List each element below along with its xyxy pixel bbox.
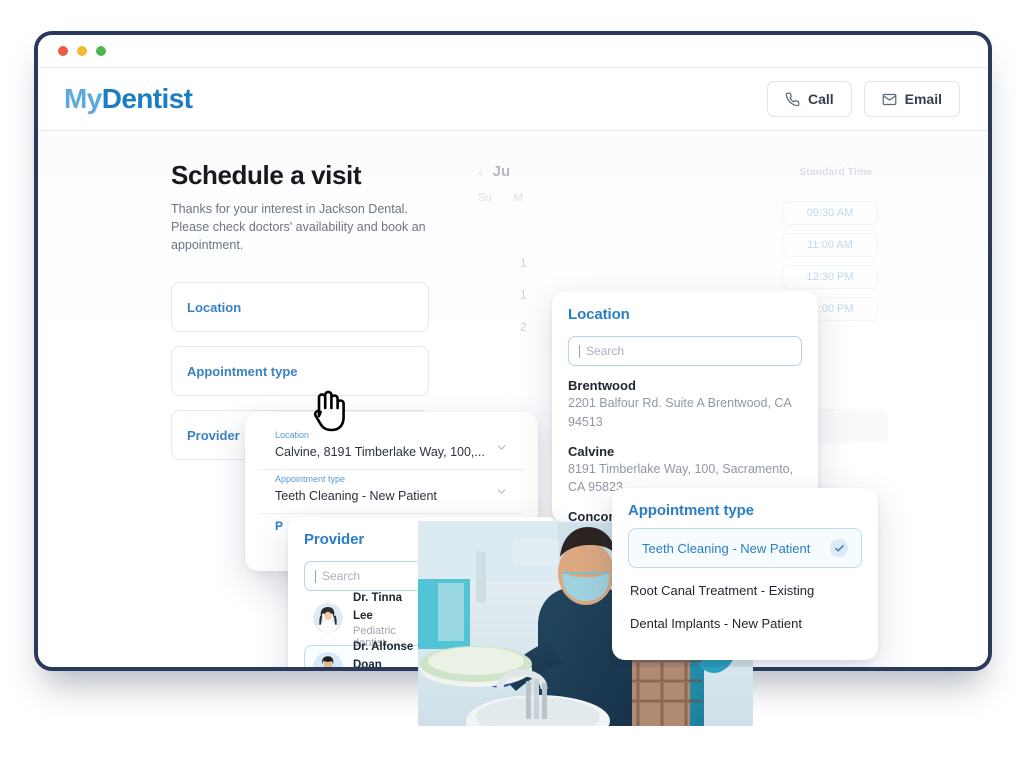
email-button-label: Email — [904, 91, 942, 107]
logo-text-dentist: Dentist — [101, 83, 193, 114]
chevron-down-icon[interactable] — [495, 441, 508, 459]
window-minimize-button[interactable] — [77, 46, 87, 56]
check-icon — [830, 539, 848, 557]
calendar-weekday: Su — [478, 192, 492, 204]
calendar-header: ‹ Ju Standard Time — [478, 163, 878, 180]
browser-titlebar — [38, 35, 988, 68]
site-header: MyDentist Call Email — [38, 68, 988, 131]
field-appointment-type[interactable]: Appointment type — [171, 346, 429, 397]
location-search-input[interactable]: Search — [568, 336, 802, 366]
text-caret — [315, 569, 316, 583]
calendar-weekday: M — [513, 192, 523, 204]
appointment-type-dropdown-panel: Appointment type Teeth Cleaning - New Pa… — [612, 488, 878, 660]
appointment-type-option-label: Teeth Cleaning - New Patient — [642, 540, 811, 556]
calendar-prev-button[interactable]: ‹ — [478, 164, 483, 180]
avatar-tinna-lee — [313, 603, 343, 633]
site-logo[interactable]: MyDentist — [64, 83, 193, 115]
header-actions: Call Email — [766, 81, 960, 117]
page-title: Schedule a visit — [171, 160, 362, 190]
location-search-placeholder: Search — [586, 344, 625, 358]
appointment-type-panel-title: Appointment type — [628, 502, 754, 519]
calendar-timezone-label: Standard Time — [799, 166, 872, 178]
time-slot[interactable]: 11:00 AM — [782, 233, 878, 257]
envelope-icon — [882, 92, 897, 107]
location-option-address: 2201 Balfour Rd. Suite A Brentwood, CA 9… — [568, 396, 792, 429]
field-location[interactable]: Location — [171, 282, 429, 333]
provider-name-block: Dr. Alfonse Doan Pediatric dentist — [353, 637, 419, 671]
page-subtitle: Thanks for your interest in Jackson Dent… — [171, 202, 426, 253]
location-panel-title: Location — [568, 306, 630, 323]
appointment-type-option[interactable]: Dental Implants - New Patient — [628, 612, 862, 634]
form-row-appointment-type-value: Teeth Cleaning - New Patient — [275, 488, 437, 503]
calendar-month-label: Ju — [492, 163, 511, 180]
time-slot[interactable]: 12:30 PM — [782, 265, 878, 289]
field-provider-label: Provider — [187, 427, 240, 443]
time-slot[interactable]: 09:30 AM — [782, 201, 878, 225]
provider-name: Dr. Tinna Lee — [353, 591, 402, 622]
form-row-appointment-type[interactable]: Appointment type Teeth Cleaning - New Pa… — [259, 470, 524, 514]
phone-icon — [785, 92, 800, 107]
logo-text-my: My — [64, 83, 102, 114]
location-option-name: Calvine — [568, 443, 615, 459]
pointing-hand-cursor — [306, 386, 348, 439]
field-appointment-type-label: Appointment type — [187, 363, 298, 379]
appointment-type-option[interactable]: Teeth Cleaning - New Patient — [628, 528, 862, 568]
window-maximize-button[interactable] — [96, 46, 106, 56]
call-button-label: Call — [807, 91, 834, 107]
location-option[interactable]: Brentwood 2201 Balfour Rd. Suite A Brent… — [568, 378, 802, 432]
appointment-type-option-label: Dental Implants - New Patient — [630, 615, 802, 631]
avatar-alfonse-doan — [313, 652, 343, 667]
field-location-label: Location — [187, 299, 242, 315]
provider-search-placeholder: Search — [322, 569, 361, 583]
email-button[interactable]: Email — [863, 81, 960, 117]
window-close-button[interactable] — [58, 46, 68, 56]
provider-name: Dr. Alfonse Doan — [353, 640, 414, 671]
text-caret — [579, 344, 580, 358]
form-row-appointment-type-label: Appointment type — [275, 474, 346, 484]
call-button[interactable]: Call — [766, 81, 852, 117]
form-row-location-value: Calvine, 8191 Timberlake Way, 100,... — [275, 444, 485, 459]
form-row-location[interactable]: Location Calvine, 8191 Timberlake Way, 1… — [259, 426, 524, 470]
chevron-down-icon[interactable] — [495, 485, 508, 503]
appointment-type-option-label: Root Canal Treatment - Existing — [630, 582, 815, 598]
location-option-name: Brentwood — [568, 378, 636, 393]
appointment-type-option[interactable]: Root Canal Treatment - Existing — [628, 579, 862, 601]
